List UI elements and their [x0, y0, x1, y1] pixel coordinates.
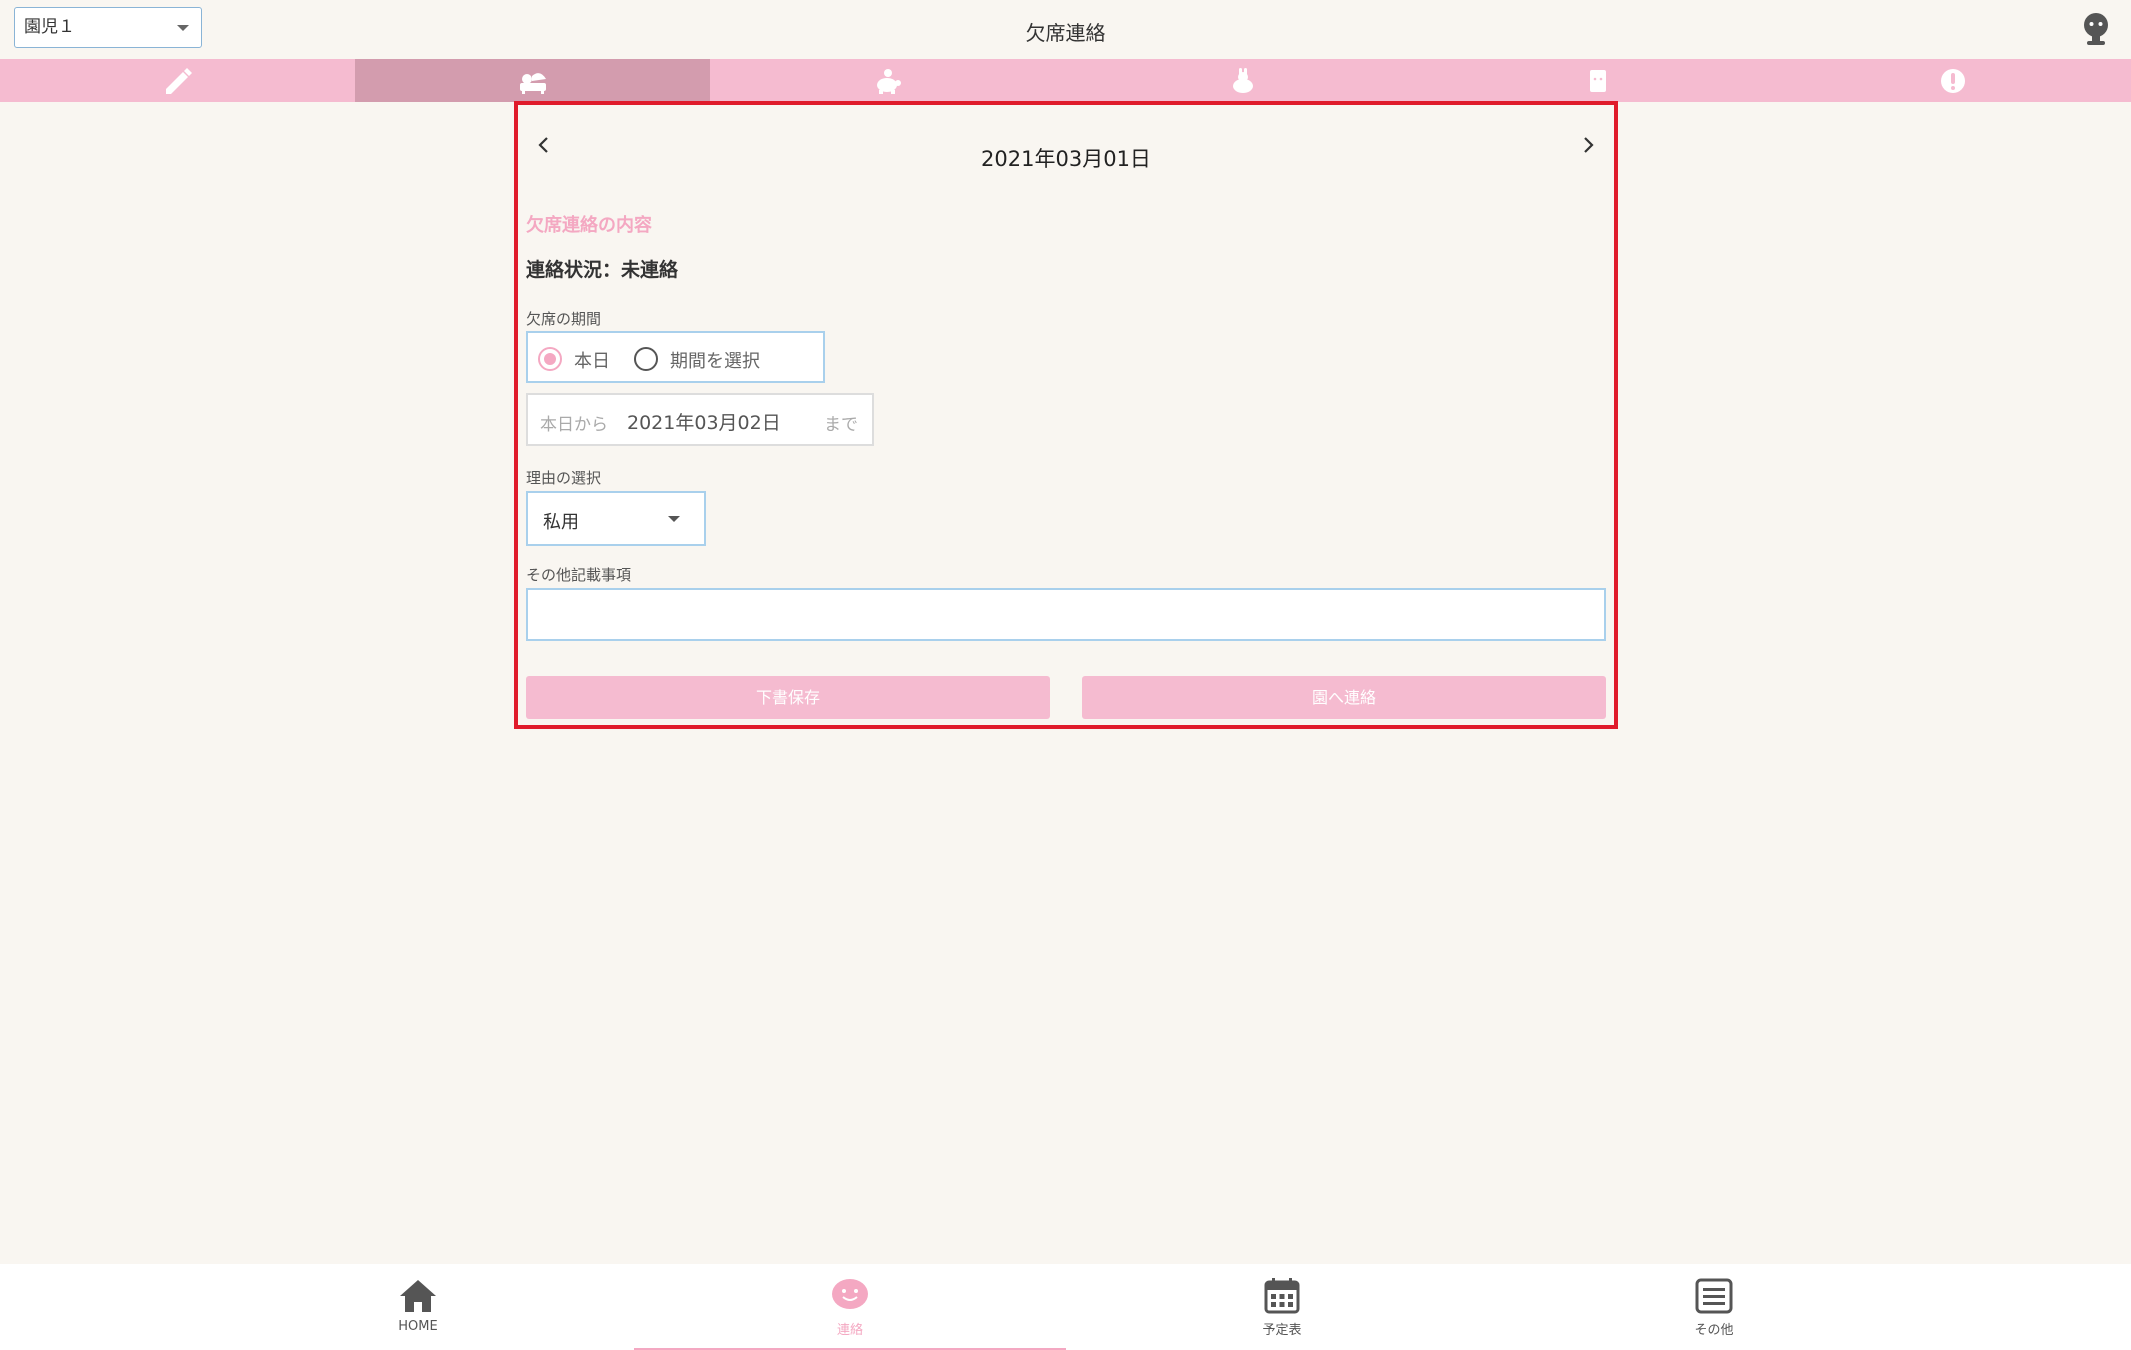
- reason-select[interactable]: 私用: [526, 491, 706, 546]
- nav-schedule[interactable]: 予定表: [1066, 1264, 1498, 1350]
- radio-today-label[interactable]: 本日: [574, 347, 610, 373]
- notes-textarea[interactable]: [526, 588, 1606, 641]
- period-radio-group: 本日 期間を選択: [526, 331, 825, 383]
- page-title: 欠席連絡: [1025, 21, 1106, 45]
- nav-home[interactable]: HOME: [202, 1264, 634, 1350]
- range-prefix: 本日から: [540, 415, 608, 435]
- reason-label: 理由の選択: [526, 469, 602, 487]
- chevron-down-icon: [668, 516, 680, 522]
- radio-select-period[interactable]: [634, 347, 658, 371]
- chevron-right-icon: [1584, 137, 1594, 153]
- reason-select-value: 私用: [543, 512, 579, 533]
- note-icon: [1590, 69, 1607, 92]
- bottom-navigation: HOME 連絡 予定表 その他: [0, 1264, 2131, 1350]
- range-end-date[interactable]: 2021年03月02日: [627, 408, 781, 435]
- nav-other-label: その他: [1694, 1323, 1734, 1338]
- sick-bed-icon: [519, 72, 546, 94]
- tab-alert[interactable]: [1776, 59, 2131, 102]
- send-to-school-button[interactable]: 園へ連絡: [1082, 676, 1606, 719]
- nav-home-label: HOME: [398, 1319, 438, 1334]
- nav-other[interactable]: その他: [1498, 1264, 1930, 1350]
- nav-schedule-label: 予定表: [1262, 1323, 1302, 1338]
- user-profile-icon[interactable]: [2081, 10, 2111, 46]
- period-range-field[interactable]: 本日から 2021年03月02日 まで: [526, 393, 874, 446]
- menu-list-icon: [1695, 1278, 1733, 1314]
- save-draft-button[interactable]: 下書保存: [526, 676, 1050, 719]
- radio-select-period-label[interactable]: 期間を選択: [670, 347, 760, 373]
- nav-contact-label: 連絡: [836, 1323, 863, 1338]
- tortoise-icon: [876, 68, 901, 94]
- tab-absence[interactable]: [355, 59, 711, 102]
- pencil-icon: [165, 67, 192, 94]
- rabbit-icon: [1233, 67, 1254, 93]
- range-suffix: まで: [824, 415, 858, 435]
- current-date: 2021年03月01日: [981, 147, 1151, 171]
- top-bar: 園児１ 欠席連絡: [0, 0, 2131, 59]
- tab-diary[interactable]: [0, 59, 355, 102]
- nav-contact[interactable]: 連絡: [634, 1264, 1066, 1350]
- next-date-button[interactable]: [1576, 133, 1600, 157]
- home-icon: [400, 1280, 436, 1312]
- tab-late[interactable]: [710, 59, 1065, 102]
- period-label: 欠席の期間: [526, 310, 602, 328]
- alert-icon: [1941, 68, 1966, 93]
- absence-form-panel: 2021年03月01日 欠席連絡の内容 連絡状況：未連絡 欠席の期間 本日 期間…: [514, 101, 1618, 729]
- tab-early-leave[interactable]: [1066, 59, 1421, 102]
- radio-today[interactable]: [538, 347, 562, 371]
- chat-bubble-icon: [832, 1279, 868, 1309]
- category-tab-bar: [0, 59, 2131, 102]
- contact-status: 連絡状況：未連絡: [526, 259, 679, 281]
- section-heading: 欠席連絡の内容: [526, 215, 652, 236]
- notes-label: その他記載事項: [526, 566, 632, 584]
- calendar-icon: [1264, 1278, 1300, 1314]
- tab-note[interactable]: [1421, 59, 1776, 102]
